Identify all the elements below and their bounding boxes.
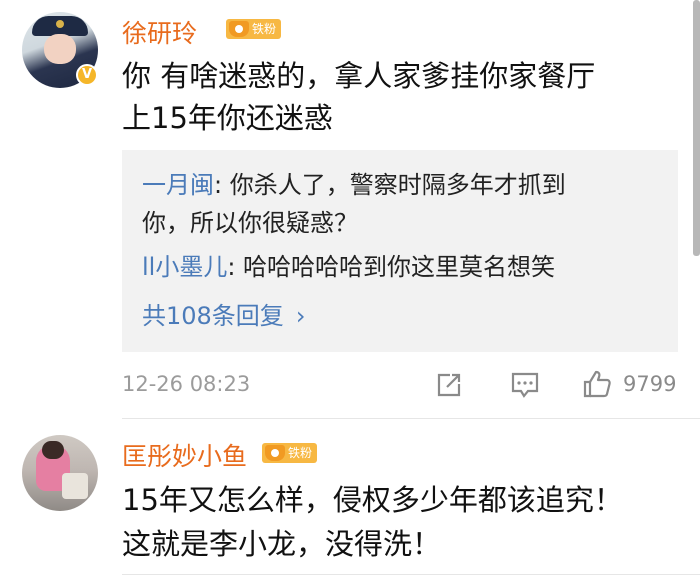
reply-item[interactable]: ll小墨儿: 哈哈哈哈哈到你这里莫名想笑 (142, 248, 555, 286)
reply-box[interactable]: 一月闽: 你杀人了，警察时隔多年才抓到 你，所以你很疑惑？ ll小墨儿: 哈哈哈… (122, 150, 678, 352)
scrollbar[interactable] (693, 0, 700, 256)
comment-text-line: 这就是李小龙，没得洗！ (122, 527, 442, 561)
comment-icon[interactable] (511, 372, 539, 398)
comment-text-line: 上15年你还迷惑 (122, 101, 333, 135)
reply-text: : 你杀人了，警察时隔多年才抓到 (214, 171, 566, 199)
avatar-hair (42, 441, 64, 459)
reply-text-continued: 你，所以你很疑惑？ (142, 209, 358, 237)
reply-username[interactable]: ll小墨儿 (142, 253, 227, 281)
more-replies-link[interactable]: 共108条回复 › (142, 296, 305, 331)
comment-username[interactable]: 徐研玲 (122, 14, 197, 50)
comment-divider (122, 574, 700, 575)
fan-badge-label: 铁粉 (252, 22, 277, 36)
comment-divider (122, 418, 700, 419)
verified-badge-icon: V (76, 64, 98, 86)
reply-text: : 哈哈哈哈哈到你这里莫名想笑 (227, 253, 556, 281)
share-icon[interactable] (436, 372, 462, 398)
reply-username[interactable]: 一月闽 (142, 171, 214, 199)
avatar-cap-badge (56, 20, 64, 28)
reply-item[interactable]: 一月闽: 你杀人了，警察时隔多年才抓到 (142, 166, 566, 204)
more-replies-label[interactable]: 共108条回复 (142, 302, 284, 330)
like-count: 9799 (623, 372, 677, 396)
avatar[interactable] (22, 435, 98, 511)
chevron-right-icon: › (295, 302, 306, 330)
fan-badge: 铁粉 (226, 19, 282, 39)
fan-badge-label: 铁粉 (288, 446, 313, 460)
comment-text-line: 你 有啥迷惑的，拿人家爹挂你家餐厅 (122, 59, 596, 93)
crown-icon (229, 21, 249, 37)
crown-icon (265, 445, 285, 461)
avatar-face (44, 34, 76, 64)
comment-username[interactable]: 匡彤妙小鱼 (122, 437, 247, 473)
avatar-bag (62, 473, 88, 499)
like-icon[interactable] (582, 369, 612, 399)
comment-text-line: 15年又怎么样，侵权多少年都该追究！ (122, 483, 623, 517)
fan-badge: 铁粉 (262, 443, 318, 463)
comment-timestamp: 12-26 08:23 (122, 372, 251, 396)
